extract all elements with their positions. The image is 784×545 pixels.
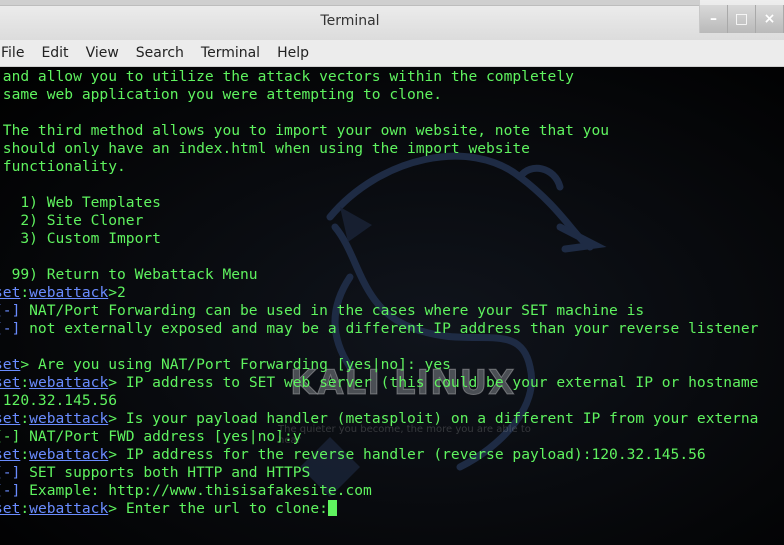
text-cursor <box>327 500 337 516</box>
menu-edit[interactable]: Edit <box>35 40 74 66</box>
info-tag: [-] <box>0 302 21 319</box>
minimize-icon: – <box>710 11 717 27</box>
terminal-text: NAT/Port Forwarding can be used in the c… <box>20 302 645 319</box>
menu-view[interactable]: View <box>80 40 125 66</box>
prompt-caret: > <box>108 410 118 427</box>
terminal-line: [-] not externally exposed and may be a … <box>0 320 758 338</box>
prompt-separator: : <box>20 410 30 427</box>
terminal-line: set:webattack> IP address to SET web ser… <box>0 374 758 392</box>
terminal-line: 2) Site Cloner <box>0 212 144 229</box>
title-bar: Terminal – □ × <box>0 0 784 40</box>
prompt-input: IP address for the reverse handler (reve… <box>117 446 706 463</box>
title-bar-top-edge <box>0 0 700 6</box>
prompt-module: webattack <box>29 374 109 391</box>
menu-bar: File Edit View Search Terminal Help <box>0 40 784 67</box>
maximize-icon: □ <box>734 11 749 27</box>
prompt-module: webattack <box>29 410 109 427</box>
close-icon: × <box>763 11 776 27</box>
prompt-input: Is your payload handler (metasploit) on … <box>117 410 759 427</box>
prompt-caret: > <box>108 284 118 301</box>
prompt-set: set <box>0 500 21 517</box>
terminal-line: 99) Return to Webattack Menu <box>0 266 258 283</box>
terminal-line: same web application you were attempting… <box>0 86 443 103</box>
terminal-line: 1) Web Templates <box>0 194 161 211</box>
window-title: Terminal <box>320 13 380 29</box>
terminal-line: 3) Custom Import <box>0 230 161 247</box>
terminal-line: set:webattack> IP address for the revers… <box>0 446 706 464</box>
prompt-separator: : <box>20 284 30 301</box>
terminal-area[interactable]: KALI LINUX The quieter you become, the m… <box>0 67 784 545</box>
menu-terminal[interactable]: Terminal <box>195 40 266 66</box>
prompt-caret: > <box>108 374 118 391</box>
prompt-caret: > <box>108 446 118 463</box>
prompt-separator: : <box>20 446 30 463</box>
info-tag: [-] <box>0 320 21 337</box>
prompt-module: webattack <box>29 446 109 463</box>
prompt-set: set <box>0 446 21 463</box>
terminal-line: set:webattack> Is your payload handler (… <box>0 410 758 428</box>
maximize-button[interactable]: □ <box>728 5 756 33</box>
prompt-caret: > <box>20 356 30 373</box>
terminal-line: functionality. <box>0 158 126 175</box>
prompt-set: set <box>0 410 21 427</box>
terminal-line: [-] SET supports both HTTP and HTTPS <box>0 464 310 482</box>
terminal-line: should only have an index.html when usin… <box>0 140 530 157</box>
prompt-set: set <box>0 356 21 373</box>
prompt-set: set <box>0 374 21 391</box>
prompt-separator: : <box>20 500 30 517</box>
terminal-line: [-] NAT/Port Forwarding can be used in t… <box>0 302 644 320</box>
menu-help[interactable]: Help <box>271 40 315 66</box>
prompt-input: IP address to SET web server (this could… <box>117 374 759 391</box>
terminal-line: :120.32.145.56 <box>0 392 118 409</box>
terminal-line: and allow you to utilize the attack vect… <box>0 68 574 85</box>
prompt-module: webattack <box>29 500 109 517</box>
terminal-line: [-] Example: http://www.thisisafakesite.… <box>0 482 372 500</box>
terminal-text: Example: http://www.thisisafakesite.com <box>20 482 372 499</box>
prompt-separator: : <box>20 374 30 391</box>
window-controls: – □ × <box>699 5 784 33</box>
prompt-caret: > <box>108 500 118 517</box>
terminal-text: not externally exposed and may be a diff… <box>20 320 759 337</box>
terminal-line: The third method allows you to import yo… <box>0 122 610 139</box>
info-tag: [-] <box>0 464 21 481</box>
terminal-line: set:webattack> Enter the url to clone: <box>0 500 337 518</box>
menu-search[interactable]: Search <box>130 40 190 66</box>
minimize-button[interactable]: – <box>700 5 728 33</box>
terminal-text: SET supports both HTTP and HTTPS <box>20 464 311 481</box>
prompt-module: webattack <box>29 284 109 301</box>
info-tag: [-] <box>0 482 21 499</box>
terminal-line: set:webattack>2 <box>0 284 126 302</box>
menu-file[interactable]: File <box>0 40 30 66</box>
prompt-set: set <box>0 284 21 301</box>
terminal-line: set> Are you using NAT/Port Forwarding [… <box>0 356 451 374</box>
prompt-input: Are you using NAT/Port Forwarding [yes|n… <box>29 356 451 373</box>
prompt-input: Enter the url to clone: <box>117 500 328 517</box>
prompt-input: 2 <box>117 284 126 301</box>
terminal-line: [-] NAT/Port FWD address [yes|no]:y <box>0 428 302 445</box>
close-button[interactable]: × <box>756 5 784 33</box>
